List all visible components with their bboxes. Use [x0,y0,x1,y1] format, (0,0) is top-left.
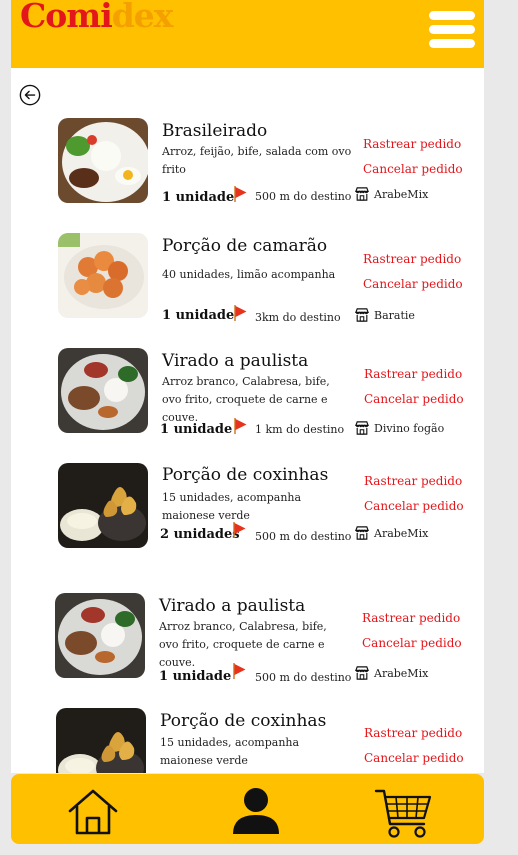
store-icon [355,308,369,322]
order-name: Porção de coxinhas [162,465,329,485]
order-distance: 500 m do destino [255,530,352,543]
store-icon [355,421,369,435]
order-name: Porção de camarão [162,236,328,256]
order-description: 40 unidades, limão acompanha [162,268,336,281]
order-item: Porção de coxinhas 15 unidades, acompanh… [11,463,484,553]
cancel-order-button[interactable]: Cancelar pedido [363,277,463,291]
food-image-coxinhas [58,463,148,548]
order-item: Brasileirado Arroz, feijão, bife, salada… [11,118,484,208]
home-icon[interactable] [67,788,119,836]
order-distance: 500 m do destino [255,671,352,684]
app-logo: Comidex [20,0,173,35]
flag-icon [234,305,247,321]
order-quantity: 1 unidade [162,190,235,205]
order-distance: 1 km do destino [255,423,345,436]
order-store: ArabeMix [374,188,429,201]
order-description: Arroz branco, Calabresa, bife, ovo frito… [162,375,330,424]
order-name: Porção de coxinhas [160,711,327,731]
order-description: 15 unidades, acompanha maionese verde [162,491,302,522]
order-name: Virado a paulista [162,351,309,371]
order-item: Porção de coxinhas 15 unidades, acompanh… [11,708,484,773]
order-store: Divino fogão [374,422,445,435]
flag-icon [234,186,247,202]
order-store: ArabeMix [374,667,429,680]
track-order-button[interactable]: Rastrear pedido [362,611,460,625]
header-bar: Comidex [11,0,484,68]
order-quantity: 1 unidade [160,422,233,437]
order-description: 15 unidades, acompanha maionese verde [160,736,300,767]
order-item: Virado a paulista Arroz branco, Calabres… [11,348,484,438]
order-name: Brasileirado [162,121,268,141]
hamburger-icon[interactable] [429,11,475,48]
cancel-order-button[interactable]: Cancelar pedido [363,162,463,176]
order-description: Arroz, feijão, bife, salada com ovo frit… [162,145,352,176]
order-description: Arroz branco, Calabresa, bife, ovo frito… [159,620,327,669]
order-store: Baratie [374,309,415,322]
food-image-brasileirado [58,118,148,203]
bottom-nav-bar [11,774,484,844]
cart-icon[interactable] [374,788,432,840]
cancel-order-button[interactable]: Cancelar pedido [362,636,462,650]
cancel-order-button[interactable]: Cancelar pedido [364,499,464,513]
store-icon [355,666,369,680]
track-order-button[interactable]: Rastrear pedido [364,474,462,488]
order-name: Virado a paulista [159,596,306,616]
order-item: Porção de camarão 40 unidades, limão aco… [11,233,484,324]
food-image-coxinhas [56,708,146,773]
arrow-left-circle-icon[interactable] [19,84,41,106]
flag-icon [233,522,246,538]
cancel-order-button[interactable]: Cancelar pedido [364,751,464,765]
food-image-virado-paulista [55,593,145,678]
food-image-virado-paulista [58,348,148,433]
flag-icon [233,663,246,679]
app-frame: Comidex Brasileirado Arroz, feijão, bife… [11,0,484,773]
track-order-button[interactable]: Rastrear pedido [363,137,461,151]
store-icon [355,526,369,540]
track-order-button[interactable]: Rastrear pedido [364,726,462,740]
order-quantity: 1 unidade [162,308,235,323]
cancel-order-button[interactable]: Cancelar pedido [364,392,464,406]
user-icon[interactable] [231,787,281,835]
order-item: Virado a paulista Arroz branco, Calabres… [11,593,484,684]
flag-icon [234,418,247,434]
track-order-button[interactable]: Rastrear pedido [364,367,462,381]
order-distance: 500 m do destino [255,190,352,203]
order-quantity: 2 unidades [160,527,240,542]
food-image-camarao [58,233,148,318]
order-store: ArabeMix [374,527,429,540]
order-distance: 3km do destino [255,311,341,324]
track-order-button[interactable]: Rastrear pedido [363,252,461,266]
order-quantity: 1 unidade [159,669,232,684]
store-icon [355,187,369,201]
